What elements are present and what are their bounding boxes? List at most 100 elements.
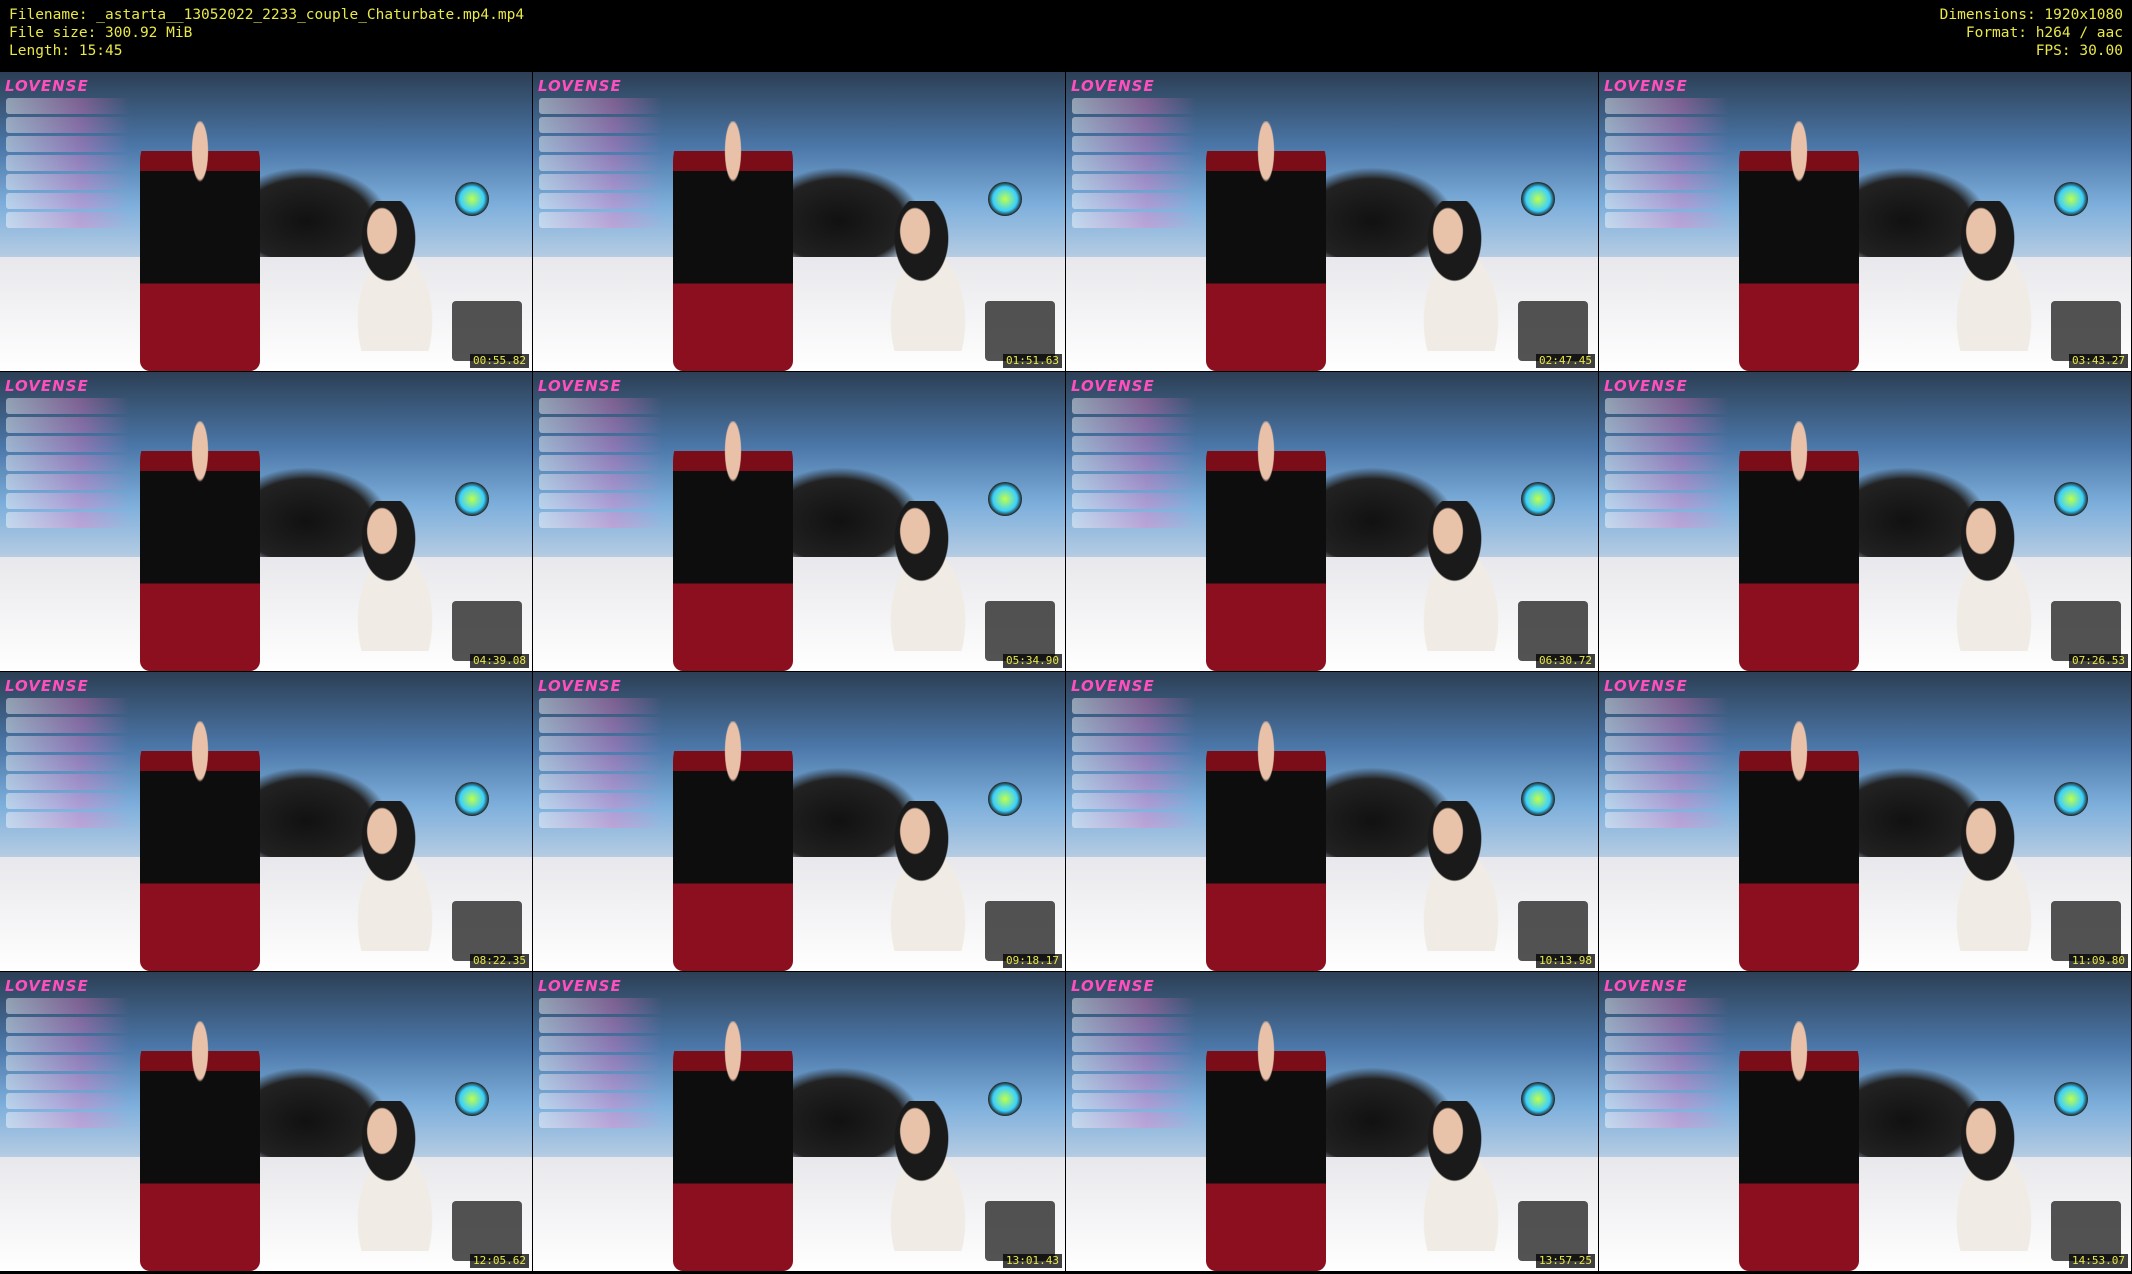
person-left: [140, 421, 260, 671]
lovense-logo: LOVENSE: [1604, 377, 1688, 395]
timestamp-label: 12:05.62: [470, 1254, 529, 1268]
video-thumbnail[interactable]: LOVENSE 10:13.98: [1066, 672, 1598, 971]
person-left: [1206, 121, 1326, 371]
video-thumbnail[interactable]: LOVENSE 00:55.82: [0, 72, 532, 371]
tip-menu-overlay: [539, 998, 663, 1148]
person-right: [330, 501, 460, 651]
lovense-logo: LOVENSE: [1071, 677, 1155, 695]
tip-menu-overlay: [539, 698, 663, 848]
rgb-lamp: [455, 182, 489, 216]
rgb-lamp: [1521, 482, 1555, 516]
tip-menu-overlay: [539, 98, 663, 248]
tip-menu-overlay: [1072, 998, 1196, 1148]
rgb-lamp: [2054, 182, 2088, 216]
video-thumbnail[interactable]: LOVENSE 05:34.90: [533, 372, 1065, 671]
lovense-logo: LOVENSE: [1604, 977, 1688, 995]
timestamp-label: 08:22.35: [470, 954, 529, 968]
person-right: [863, 501, 993, 651]
video-thumbnail[interactable]: LOVENSE 08:22.35: [0, 672, 532, 971]
rgb-lamp: [1521, 1082, 1555, 1116]
format-text: Format: h264 / aac: [1965, 25, 2123, 41]
tip-menu-overlay: [1605, 398, 1729, 548]
tip-menu-overlay: [1605, 698, 1729, 848]
tip-icons-overlay: [985, 601, 1055, 661]
tip-menu-overlay: [6, 398, 130, 548]
video-thumbnail[interactable]: LOVENSE 12:05.62: [0, 972, 532, 1271]
video-thumbnail[interactable]: LOVENSE 04:39.08: [0, 372, 532, 671]
rgb-lamp: [988, 182, 1022, 216]
person-left: [673, 121, 793, 371]
video-thumbnail[interactable]: LOVENSE 09:18.17: [533, 672, 1065, 971]
lovense-logo: LOVENSE: [538, 677, 622, 695]
rgb-lamp: [455, 782, 489, 816]
timestamp-label: 13:01.43: [1003, 1254, 1062, 1268]
rgb-lamp: [1521, 182, 1555, 216]
video-thumbnail[interactable]: LOVENSE 14:53.07: [1599, 972, 2131, 1271]
lovense-logo: LOVENSE: [1604, 677, 1688, 695]
person-right: [1396, 801, 1526, 951]
person-left: [673, 721, 793, 971]
person-right: [1396, 201, 1526, 351]
timestamp-label: 05:34.90: [1003, 654, 1062, 668]
rgb-lamp: [2054, 482, 2088, 516]
rgb-lamp: [455, 1082, 489, 1116]
lovense-logo: LOVENSE: [1604, 77, 1688, 95]
fps-text: FPS: 30.00: [2035, 43, 2123, 59]
timestamp-label: 13:57.25: [1536, 1254, 1595, 1268]
dimensions-text: Dimensions: 1920x1080: [1939, 7, 2123, 23]
person-left: [1206, 421, 1326, 671]
tip-icons-overlay: [1518, 1201, 1588, 1261]
person-right: [330, 1101, 460, 1251]
person-right: [330, 201, 460, 351]
person-left: [1206, 1021, 1326, 1271]
video-thumbnail[interactable]: LOVENSE 07:26.53: [1599, 372, 2131, 671]
timestamp-label: 03:43.27: [2069, 354, 2128, 368]
person-left: [1739, 421, 1859, 671]
filename-text: Filename: _astarta__13052022_2233_couple…: [9, 7, 525, 23]
timestamp-label: 06:30.72: [1536, 654, 1595, 668]
video-thumbnail[interactable]: LOVENSE 06:30.72: [1066, 372, 1598, 671]
tip-icons-overlay: [985, 301, 1055, 361]
lovense-logo: LOVENSE: [1071, 977, 1155, 995]
person-left: [1739, 1021, 1859, 1271]
person-right: [1929, 501, 2059, 651]
timestamp-label: 02:47.45: [1536, 354, 1595, 368]
rgb-lamp: [455, 482, 489, 516]
info-header: Filename: _astarta__13052022_2233_couple…: [0, 0, 2132, 72]
person-left: [140, 1021, 260, 1271]
video-thumbnail[interactable]: LOVENSE 11:09.80: [1599, 672, 2131, 971]
tip-menu-overlay: [1605, 998, 1729, 1148]
person-left: [673, 421, 793, 671]
timestamp-label: 14:53.07: [2069, 1254, 2128, 1268]
tip-icons-overlay: [2051, 1201, 2121, 1261]
tip-icons-overlay: [452, 901, 522, 961]
tip-icons-overlay: [452, 301, 522, 361]
video-thumbnail[interactable]: LOVENSE 13:57.25: [1066, 972, 1598, 1271]
person-right: [1929, 201, 2059, 351]
tip-icons-overlay: [2051, 601, 2121, 661]
person-left: [673, 1021, 793, 1271]
video-thumbnail[interactable]: LOVENSE 01:51.63: [533, 72, 1065, 371]
person-right: [863, 201, 993, 351]
length-text: Length: 15:45: [9, 43, 123, 59]
tip-icons-overlay: [1518, 301, 1588, 361]
tip-icons-overlay: [1518, 901, 1588, 961]
video-thumbnail[interactable]: LOVENSE 13:01.43: [533, 972, 1065, 1271]
timestamp-label: 09:18.17: [1003, 954, 1062, 968]
tip-menu-overlay: [6, 98, 130, 248]
person-right: [1929, 801, 2059, 951]
person-left: [1739, 721, 1859, 971]
tip-menu-overlay: [1072, 398, 1196, 548]
person-right: [1396, 1101, 1526, 1251]
lovense-logo: LOVENSE: [5, 377, 89, 395]
tip-icons-overlay: [985, 1201, 1055, 1261]
person-right: [1929, 1101, 2059, 1251]
rgb-lamp: [988, 482, 1022, 516]
rgb-lamp: [988, 1082, 1022, 1116]
timestamp-label: 11:09.80: [2069, 954, 2128, 968]
timestamp-label: 07:26.53: [2069, 654, 2128, 668]
video-thumbnail[interactable]: LOVENSE 03:43.27: [1599, 72, 2131, 371]
video-thumbnail[interactable]: LOVENSE 02:47.45: [1066, 72, 1598, 371]
rgb-lamp: [1521, 782, 1555, 816]
rgb-lamp: [988, 782, 1022, 816]
